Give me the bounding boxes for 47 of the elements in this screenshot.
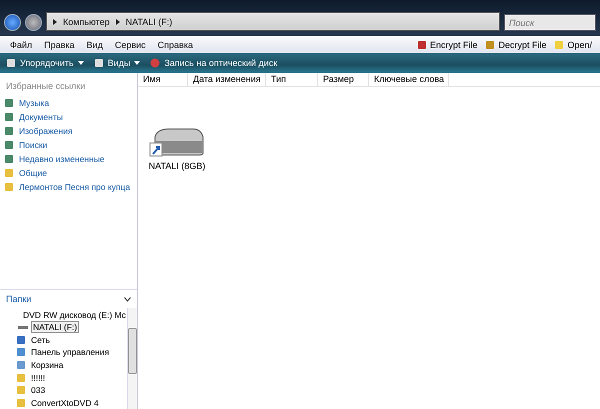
tree-item[interactable]: DVD RW дисковод (E:) Mc	[0, 308, 127, 321]
column-header[interactable]: Тип	[266, 73, 318, 86]
file-label: NATALI (8GB)	[148, 161, 206, 171]
favorite-link[interactable]: Изображения	[0, 124, 137, 138]
menu-item[interactable]: Справка	[152, 40, 199, 50]
tree-item[interactable]: !!!!!!	[0, 371, 127, 384]
tree-item[interactable]: ConvertXtoDVD 4	[0, 396, 127, 409]
menu-item[interactable]: Вид	[80, 40, 109, 50]
tree-item[interactable]: Сеть	[0, 333, 127, 346]
menu-item[interactable]: Сервис	[108, 40, 152, 50]
favorite-link[interactable]: Музыка	[0, 96, 137, 110]
file-item[interactable]: NATALI (8GB)	[142, 127, 212, 171]
forward-button[interactable]	[25, 14, 42, 31]
favorites-heading: Избранные ссылки	[5, 80, 86, 93]
scrollbar[interactable]	[127, 308, 137, 409]
caret-icon	[78, 61, 84, 65]
column-header[interactable]: Имя	[138, 73, 188, 86]
chevron-down-icon[interactable]	[124, 296, 131, 302]
tree-item[interactable]: Панель управления	[0, 346, 127, 359]
menu-item[interactable]: Правка	[38, 40, 81, 50]
toolbar-button[interactable]: Виды	[94, 58, 140, 68]
column-header[interactable]: Размер	[318, 73, 369, 86]
toolbar-button[interactable]: Запись на оптический диск	[150, 58, 278, 68]
favorite-link[interactable]: Лермонтов Песня про купца	[0, 180, 137, 194]
tree-item[interactable]: Корзина	[0, 358, 127, 372]
caret-icon	[134, 61, 140, 65]
column-header[interactable]: Ключевые слова	[369, 73, 449, 86]
back-button[interactable]	[4, 14, 21, 31]
tree-item[interactable]: 033	[0, 384, 127, 396]
tree-item[interactable]: NATALI (F:)	[0, 320, 127, 334]
favorite-link[interactable]: Недавно измененные	[0, 152, 137, 166]
chevron-right-icon	[116, 18, 120, 24]
favorite-link[interactable]: Документы	[0, 110, 137, 124]
breadcrumb[interactable]: NATALI (F:)	[126, 16, 172, 26]
search-field[interactable]: Поиск	[504, 14, 596, 31]
favorite-link[interactable]: Поиски	[0, 138, 137, 152]
folders-heading[interactable]: Папки	[6, 294, 32, 304]
menu-action-button[interactable]: Open/	[550, 40, 596, 50]
menu-action-button[interactable]: Encrypt File	[412, 40, 482, 50]
toolbar-button[interactable]: Упорядочить	[6, 58, 84, 68]
menu-action-button[interactable]: Decrypt File	[481, 40, 550, 50]
breadcrumb[interactable]: Компьютер	[63, 16, 110, 26]
favorite-link[interactable]: Общие	[0, 166, 137, 180]
column-header[interactable]: Дата изменения	[188, 73, 266, 86]
menu-item[interactable]: Файл	[4, 40, 38, 50]
address-bar[interactable]: Компьютер NATALI (F:)	[46, 12, 500, 31]
chevron-right-icon	[53, 18, 57, 24]
